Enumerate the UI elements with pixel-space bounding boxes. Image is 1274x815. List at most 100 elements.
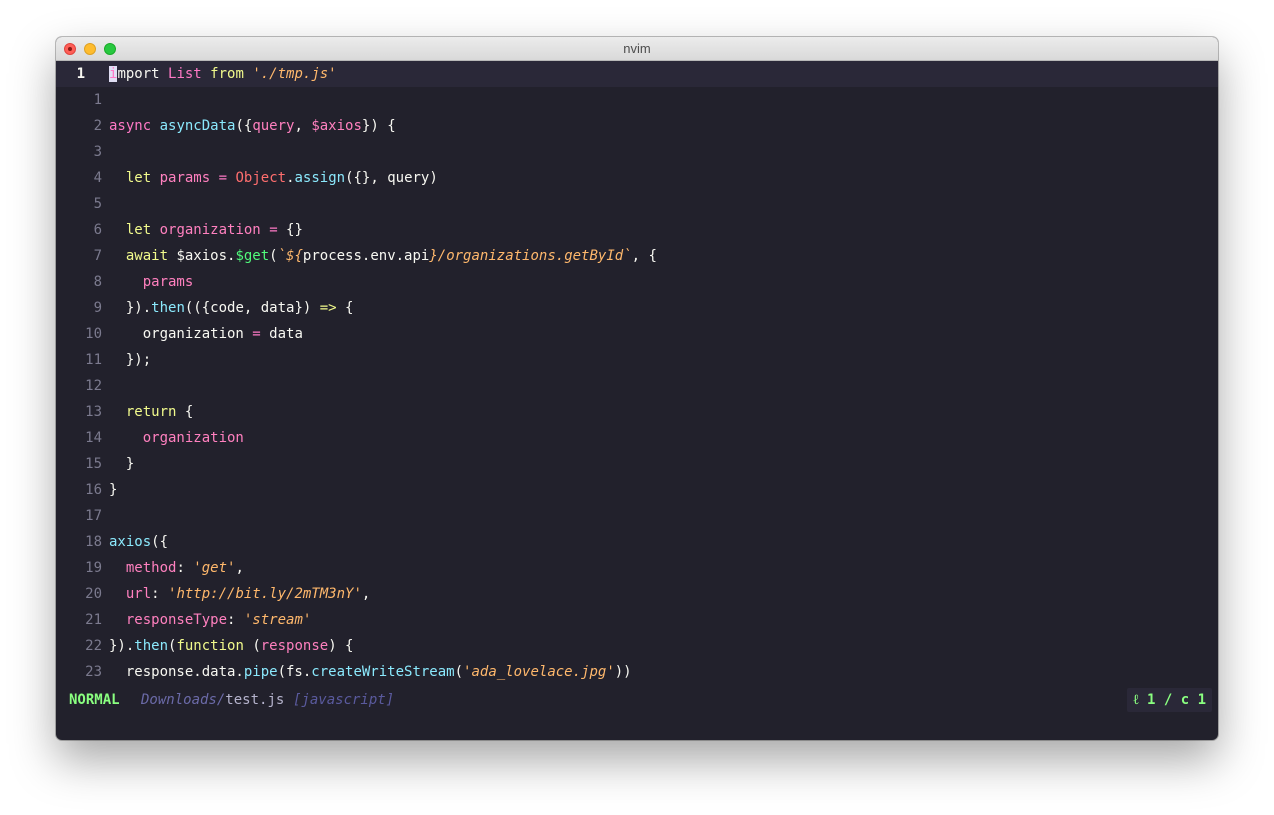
code-token: pipe — [243, 664, 278, 680]
code-token: from — [210, 66, 244, 82]
line-number: 2 — [93, 118, 102, 134]
code-token: ) { — [328, 638, 354, 654]
code-token: function — [176, 638, 244, 654]
code-token: response — [260, 638, 329, 654]
line-number: 20 — [85, 586, 102, 602]
code-line[interactable]: 7 await $axios.$get(`${process.env.api}/… — [56, 243, 1218, 269]
code-token: './tmp.js' — [252, 66, 337, 82]
code-token: `${ — [277, 248, 303, 264]
code-token: axios — [109, 534, 152, 550]
file-name: test.js — [225, 692, 285, 708]
code-token: method — [125, 560, 177, 576]
code-token: responseType — [125, 612, 228, 628]
code-token: ( — [454, 664, 464, 680]
code-token: organization — [159, 222, 261, 238]
line-number: 17 — [85, 508, 102, 524]
line-number: 6 — [93, 222, 102, 238]
code-token: : — [227, 612, 244, 628]
code-token: url — [125, 586, 152, 602]
code-token: {} — [277, 222, 303, 238]
current-line[interactable]: 1 import List from './tmp.js' — [56, 61, 1218, 87]
code-line[interactable]: 21 responseType: 'stream' — [56, 607, 1218, 633]
code-token: mport — [117, 66, 169, 82]
code-token: , — [361, 586, 371, 602]
code-line[interactable]: 17 — [56, 503, 1218, 529]
line-code: }); — [109, 347, 151, 373]
line-code: }).then(function (response) { — [109, 633, 353, 659]
code-line[interactable]: 23 response.data.pipe(fs.createWriteStre… — [56, 659, 1218, 685]
code-token: } — [109, 482, 118, 498]
code-token: return — [125, 404, 177, 420]
title-bar: nvim — [56, 37, 1218, 61]
code-token: ({ — [151, 534, 169, 550]
code-line[interactable]: 8 params — [56, 269, 1218, 295]
code-token: assign — [294, 170, 346, 186]
line-number: 8 — [93, 274, 102, 290]
line-code: responseType: 'stream' — [109, 607, 311, 633]
code-line[interactable]: 2 async asyncData({query, $axios}) { — [56, 113, 1218, 139]
line-code: } — [109, 477, 117, 503]
code-line[interactable]: 15 } — [56, 451, 1218, 477]
code-token: = — [252, 326, 261, 342]
code-line[interactable]: 6 let organization = {} — [56, 217, 1218, 243]
code-token: List — [168, 66, 202, 82]
code-token: asyncData — [159, 118, 236, 134]
filetype-indicator: [javascript] — [293, 692, 395, 708]
editor-buffer[interactable]: 1 import List from './tmp.js' 1 2 async asyn… — [56, 61, 1218, 685]
code-line[interactable]: 19 method: 'get', — [56, 555, 1218, 581]
code-token: }) { — [361, 118, 396, 134]
code-token: process.env.api — [302, 248, 430, 264]
code-token: { — [176, 404, 194, 420]
code-line[interactable]: 14 organization — [56, 425, 1218, 451]
code-line[interactable]: 1 — [56, 87, 1218, 113]
code-line[interactable]: 20 url: 'http://bit.ly/2mTM3nY', — [56, 581, 1218, 607]
line-code: async asyncData({query, $axios}) { — [109, 113, 396, 139]
line-number: 9 — [93, 300, 102, 316]
code-line[interactable]: 11 }); — [56, 347, 1218, 373]
line-code: organization — [109, 425, 244, 451]
line-code: axios({ — [109, 529, 168, 555]
line-number: 1 — [93, 92, 102, 108]
code-line[interactable]: 18 axios({ — [56, 529, 1218, 555]
line-number: 3 — [93, 144, 102, 160]
code-token: response.data. — [109, 664, 244, 680]
code-token: , { — [631, 248, 657, 264]
code-line[interactable]: 22 }).then(function (response) { — [56, 633, 1218, 659]
code-token: . — [286, 170, 295, 186]
code-token: async — [109, 118, 152, 134]
code-line[interactable]: 4 let params = Object.assign({}, query) — [56, 165, 1218, 191]
code-token: 'http://bit.ly/2mTM3nY' — [168, 586, 362, 602]
line-number: 16 — [85, 482, 102, 498]
code-token: }/organizations.getById` — [429, 248, 632, 264]
code-line[interactable]: 10 organization = data — [56, 321, 1218, 347]
code-token: 'ada_lovelace.jpg' — [463, 664, 615, 680]
line-number: 22 — [85, 638, 102, 654]
status-line: NORMAL Downloads/test.js [javascript] ℓ … — [56, 687, 1218, 713]
code-token: $axios. — [168, 248, 236, 264]
code-token: = — [269, 222, 278, 238]
line-number: 23 — [85, 664, 102, 680]
code-line[interactable]: 9 }).then(({code, data}) => { — [56, 295, 1218, 321]
code-line[interactable]: 16} — [56, 477, 1218, 503]
line-code: } — [109, 451, 134, 477]
code-line[interactable]: 12 — [56, 373, 1218, 399]
line-number: 15 — [85, 456, 102, 472]
code-token: ({}, query) — [345, 170, 438, 186]
line-code: let params = Object.assign({}, query) — [109, 165, 438, 191]
code-line[interactable]: 5 — [56, 191, 1218, 217]
code-token: : — [176, 560, 194, 576]
code-line[interactable]: 3 — [56, 139, 1218, 165]
code-line[interactable]: 13 return { — [56, 399, 1218, 425]
code-token: params — [159, 170, 211, 186]
code-token: query — [252, 118, 295, 134]
code-token: , — [235, 560, 244, 576]
line-number: 5 — [93, 196, 102, 212]
line-code: await $axios.$get(`${process.env.api}/or… — [109, 243, 657, 269]
code-token: ({ — [235, 118, 253, 134]
